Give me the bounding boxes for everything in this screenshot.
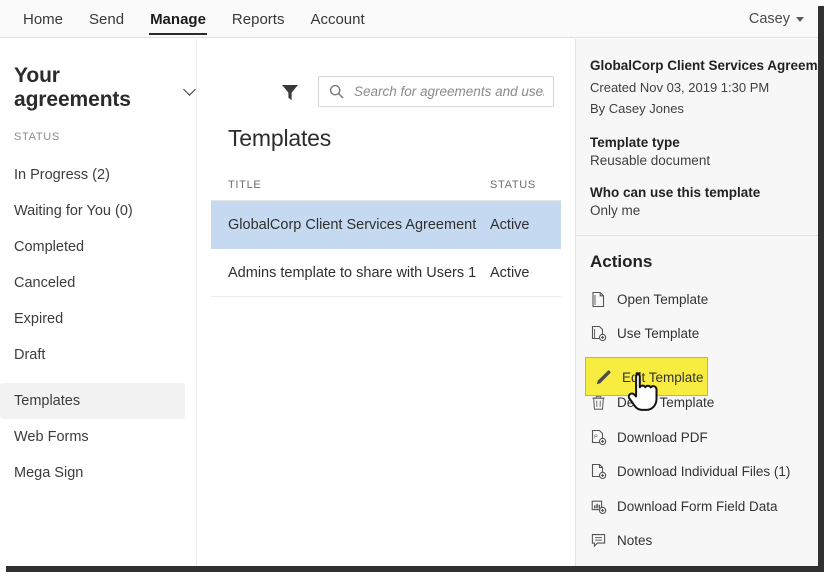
chevron-down-icon [796,17,804,22]
details-panel: GlobalCorp Client Services Agreement Cre… [575,39,818,566]
notes-icon [590,532,607,549]
action-notes[interactable]: Notes [576,523,818,558]
table-row[interactable]: Admins template to share with Users 1 Ac… [211,249,561,297]
sidebar-item-web-forms[interactable]: Web Forms [0,419,197,455]
nav-item-home-label: Home [23,11,63,28]
action-use-template[interactable]: Use Template [576,316,818,351]
sidebar-item-in-progress[interactable]: In Progress (2) [0,157,197,193]
action-label: Download Individual Files (1) [617,464,790,479]
details-document-title: GlobalCorp Client Services Agreement [590,58,806,75]
nav-item-account-label: Account [310,11,364,28]
action-label: Delete Template [617,395,714,410]
action-label: Edit Template [617,361,699,376]
row-status: Active [490,217,560,233]
action-edit-template[interactable]: Edit Template [576,351,818,386]
section-title: Templates [228,125,331,152]
nav-items: Home Send Manage Reports Account [10,0,378,38]
actions-list: Open Template Use Template [576,282,818,558]
table-header-row: TITLE STATUS [211,179,561,201]
user-menu[interactable]: Casey [749,0,804,38]
details-template-type-value: Reusable document [590,153,806,168]
column-header-title: TITLE [228,179,490,191]
details-who-can-use-label: Who can use this template [590,185,806,200]
search-icon [329,84,344,99]
chart-download-icon [590,498,607,515]
templates-table: TITLE STATUS GlobalCorp Client Services … [211,179,561,297]
filter-icon[interactable] [279,81,301,103]
actions-heading: Actions [576,236,818,282]
sidebar-item-expired[interactable]: Expired [0,301,197,337]
row-title: GlobalCorp Client Services Agreement [228,217,490,233]
document-icon [590,291,607,308]
top-navigation-bar: Home Send Manage Reports Account Casey [0,0,818,38]
nav-item-reports[interactable]: Reports [219,0,298,38]
nav-item-home[interactable]: Home [10,0,76,38]
details-created: Created Nov 03, 2019 1:30 PM [590,79,806,97]
action-label: Notes [617,533,652,548]
action-label: Use Template [617,326,699,341]
action-open-template[interactable]: Open Template [576,282,818,317]
document-plus-icon [590,325,607,342]
nav-item-reports-label: Reports [232,11,285,28]
row-title: Admins template to share with Users 1 [228,265,490,281]
sidebar-divider [0,373,197,383]
trash-icon [590,394,607,411]
action-download-form-field-data[interactable]: Download Form Field Data [576,489,818,524]
pencil-icon [590,360,607,377]
nav-item-manage-label: Manage [150,11,206,28]
action-label: Download Form Field Data [617,499,778,514]
left-sidebar: Your agreements STATUS In Progress (2) W… [0,39,197,566]
user-menu-label: Casey [749,11,790,27]
sidebar-item-completed[interactable]: Completed [0,229,197,265]
sidebar-item-templates[interactable]: Templates [0,383,185,419]
sidebar-item-draft[interactable]: Draft [0,337,197,373]
sidebar-item-canceled[interactable]: Canceled [0,265,197,301]
row-status: Active [490,265,560,281]
action-delete-template[interactable]: Delete Template [576,385,818,420]
nav-item-account[interactable]: Account [297,0,377,38]
column-header-status: STATUS [490,179,560,191]
details-header: GlobalCorp Client Services Agreement Cre… [576,39,818,236]
content-toolbar [198,39,575,114]
nav-item-send-label: Send [89,11,124,28]
sidebar-item-mega-sign[interactable]: Mega Sign [0,455,197,491]
action-download-individual-files[interactable]: Download Individual Files (1) [576,454,818,489]
action-label: Open Template [617,292,708,307]
table-row[interactable]: GlobalCorp Client Services Agreement Act… [211,201,561,249]
action-label: Download PDF [617,430,708,445]
screenshot-root: Home Send Manage Reports Account Casey [0,0,830,577]
sidebar-item-waiting-for-you[interactable]: Waiting for You (0) [0,193,197,229]
nav-item-manage[interactable]: Manage [137,0,219,38]
details-who-can-use-value: Only me [590,203,806,218]
sidebar-list: In Progress (2) Waiting for You (0) Comp… [0,157,197,491]
agreements-dropdown[interactable]: Your agreements [14,64,196,112]
search-box[interactable] [318,76,554,107]
details-author: By Casey Jones [590,100,806,118]
chevron-down-icon [185,85,196,96]
app-window: Home Send Manage Reports Account Casey [0,0,818,566]
file-download-icon [590,463,607,480]
status-heading: STATUS [14,131,60,143]
nav-item-send[interactable]: Send [76,0,137,38]
pdf-download-icon: P [590,429,607,446]
page-title: Your agreements [14,64,176,112]
details-template-type-label: Template type [590,135,806,150]
action-download-pdf[interactable]: P Download PDF [576,420,818,455]
svg-text:P: P [594,434,598,440]
main-content: Templates TITLE STATUS GlobalCorp Client… [198,39,575,566]
search-input[interactable] [352,83,546,100]
